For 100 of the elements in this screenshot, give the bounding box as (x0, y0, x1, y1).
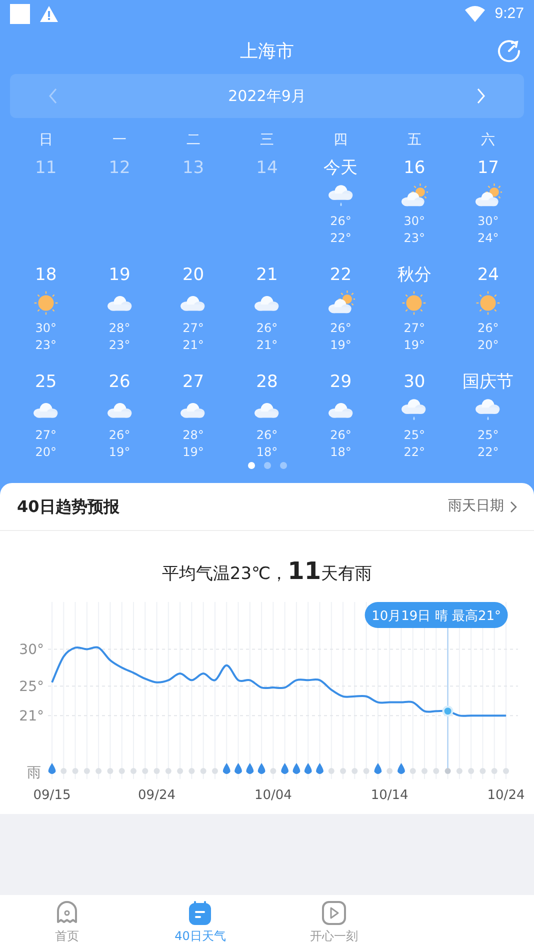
day-label: 27 (182, 371, 204, 393)
notification-icon (10, 4, 30, 24)
axis-label: 10/04 (254, 788, 292, 803)
low-temperature: 20° (478, 337, 499, 354)
low-temperature: 23° (35, 337, 56, 354)
calendar-day[interactable]: 30 25° 22° (378, 366, 452, 473)
axis-label: 30° (19, 642, 44, 658)
card-title: 40日趋势预报 (17, 496, 120, 518)
sun-icon (32, 289, 60, 317)
high-temperature: 27° (404, 320, 426, 337)
calendar-day[interactable]: 26 26° 19° (82, 366, 156, 473)
selected-point[interactable] (442, 706, 454, 717)
high-temperature: 28° (182, 427, 204, 444)
calendar-day[interactable]: 11 (9, 152, 83, 259)
calendar-day[interactable]: 22 26° 19° (304, 259, 378, 366)
low-temperature: 20° (35, 444, 56, 461)
low-temperature: 22° (404, 444, 426, 461)
refresh-button[interactable] (496, 38, 522, 64)
calendar-day[interactable]: 29 26° 18° (304, 366, 378, 473)
high-temperature: 26° (108, 427, 130, 444)
day-label: 12 (108, 157, 130, 179)
high-temperature: 30° (404, 213, 426, 230)
calendar-day[interactable]: 今天 26° 22° (304, 152, 378, 259)
nav-tab[interactable]: 首页 (0, 895, 134, 949)
sun-behind-cloud-icon (474, 183, 502, 209)
high-temperature: 26° (330, 320, 352, 337)
low-temperature: 19° (108, 444, 130, 461)
day-label: 28 (256, 371, 278, 393)
rainy-days-link[interactable]: 雨天日期 (448, 496, 517, 517)
tooltip: 10月19日 晴 最高21° (364, 602, 508, 628)
day-label: 14 (256, 157, 278, 179)
calendar-day[interactable]: 16 30° 23° (378, 152, 452, 259)
day-label: 今天 (324, 157, 358, 179)
day-label: 21 (256, 264, 278, 286)
high-temperature: 30° (478, 213, 499, 230)
play-icon (320, 900, 347, 926)
sun-behind-cloud-icon (400, 183, 428, 209)
day-label: 25 (35, 371, 57, 393)
day-label: 26 (108, 371, 130, 393)
nav-tab[interactable]: 开心一刻 (267, 895, 400, 949)
calendar-day[interactable]: 27 28° 19° (156, 366, 230, 473)
low-temperature: 22° (330, 230, 352, 247)
high-temperature: 30° (35, 320, 56, 337)
weekday-label: 一 (112, 130, 127, 150)
calendar-day[interactable]: 17 30° 24° (451, 152, 525, 259)
day-label: 11 (35, 157, 57, 179)
high-temperature: 26° (256, 427, 278, 444)
day-label: 13 (182, 157, 204, 179)
calendar-day[interactable]: 19 28° 23° (82, 259, 156, 366)
low-temperature: 19° (404, 337, 426, 354)
high-temperature: 26° (478, 320, 499, 337)
calendar-day[interactable]: 20 27° 21° (156, 259, 230, 366)
low-temperature: 18° (330, 444, 352, 461)
weekday-label: 四 (334, 130, 348, 150)
sun-icon (474, 289, 502, 317)
calendar-day[interactable]: 21 26° 21° (230, 259, 304, 366)
calendar-day[interactable]: 秋分 27° 19° (378, 259, 452, 366)
calendar-day[interactable]: 25 27° 20° (9, 366, 83, 473)
low-temperature: 21° (182, 337, 204, 354)
calendar-day[interactable]: 28 26° 18° (230, 366, 304, 473)
calendar-day[interactable]: 国庆节 25° 22° (451, 366, 525, 473)
high-temperature: 27° (35, 427, 56, 444)
day-label: 16 (404, 157, 426, 179)
wifi-icon (464, 6, 485, 22)
calendar-day[interactable]: 18 30° 23° (9, 259, 83, 366)
low-temperature: 24° (478, 230, 499, 247)
axis-label: 10/24 (487, 788, 525, 803)
sun-icon (400, 289, 428, 317)
low-temperature: 22° (478, 444, 499, 461)
day-label: 18 (35, 264, 57, 286)
axis-label: 09/15 (33, 788, 71, 803)
high-temperature: 28° (108, 320, 130, 337)
day-label: 秋分 (397, 264, 432, 286)
high-temperature: 25° (478, 427, 499, 444)
weekday-label: 三 (260, 130, 274, 150)
warning-icon (40, 6, 58, 22)
high-temperature: 26° (330, 213, 352, 230)
day-label: 19 (108, 264, 130, 286)
calendar-day[interactable]: 13 (156, 152, 230, 259)
low-temperature: 19° (182, 444, 204, 461)
low-temperature: 19° (330, 337, 352, 354)
calendar-day[interactable]: 24 26° 20° (451, 259, 525, 366)
axis-label: 25° (19, 679, 44, 696)
day-label: 17 (477, 157, 499, 179)
calendar-day[interactable]: 14 (230, 152, 304, 259)
day-label: 29 (330, 371, 352, 393)
rain-row-label: 雨 (27, 765, 41, 781)
calendar-day[interactable]: 12 (82, 152, 156, 259)
low-temperature: 18° (256, 444, 278, 461)
low-temperature: 23° (108, 337, 130, 354)
weekday-label: 六 (481, 130, 496, 150)
nav-tab[interactable]: 40日天气 (134, 895, 267, 949)
axis-label: 21° (19, 708, 44, 725)
weekday-label: 五 (407, 130, 422, 150)
month-label: 2022年9月 (228, 86, 306, 107)
axis-label: 10/14 (370, 788, 408, 803)
day-label: 20 (182, 264, 204, 286)
high-temperature: 27° (182, 320, 204, 337)
next-month-button[interactable] (476, 88, 486, 104)
chevron-icon (510, 500, 517, 512)
